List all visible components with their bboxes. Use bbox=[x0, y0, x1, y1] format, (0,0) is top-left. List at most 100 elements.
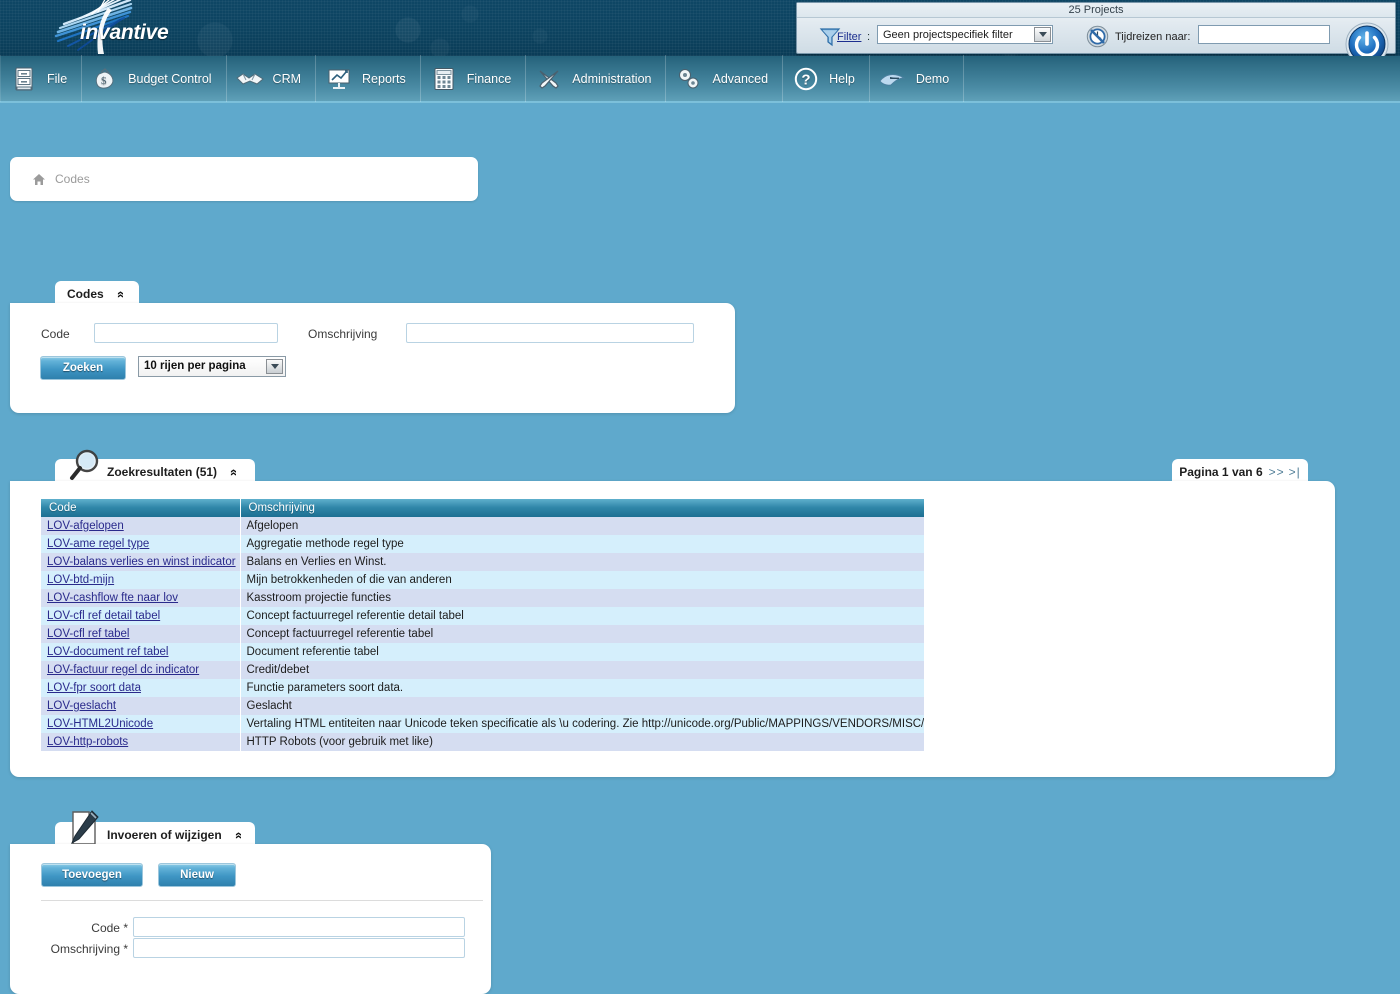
handshake-icon bbox=[235, 64, 265, 94]
svg-text:$: $ bbox=[101, 75, 107, 87]
cell-code: LOV-cashflow fte naar lov bbox=[41, 589, 240, 607]
last-page-button[interactable]: >| bbox=[1289, 465, 1301, 479]
menu-item-help[interactable]: ? Help bbox=[783, 55, 870, 102]
filter-label[interactable]: Filter bbox=[837, 31, 861, 43]
cell-omschrijving: Aggregatie methode regel type bbox=[240, 535, 924, 553]
cell-code: LOV-geslacht bbox=[41, 697, 240, 715]
add-button[interactable]: Toevoegen bbox=[41, 863, 143, 887]
presentation-chart-icon bbox=[324, 64, 354, 94]
code-link[interactable]: LOV-cashflow fte naar lov bbox=[47, 592, 178, 604]
home-icon[interactable] bbox=[32, 173, 46, 186]
menu-item-reports[interactable]: Reports bbox=[316, 55, 421, 102]
cell-omschrijving: Mijn betrokkenheden of die van anderen bbox=[240, 571, 924, 589]
cell-omschrijving: Geslacht bbox=[240, 697, 924, 715]
code-link[interactable]: LOV-balans verlies en winst indicator bbox=[47, 556, 236, 568]
code-link[interactable]: LOV-btd-mijn bbox=[47, 574, 114, 586]
cell-code: LOV-cfl ref detail tabel bbox=[41, 607, 240, 625]
code-link[interactable]: LOV-afgelopen bbox=[47, 520, 124, 532]
menu-label-help: Help bbox=[829, 72, 855, 86]
menu-label-finance: Finance bbox=[467, 72, 511, 86]
menu-item-crm[interactable]: CRM bbox=[227, 55, 316, 102]
chevron-double-up-icon[interactable]: » bbox=[112, 290, 127, 297]
menu-label-demo: Demo bbox=[916, 72, 949, 86]
menu-item-advanced[interactable]: Advanced bbox=[666, 55, 783, 102]
cell-omschrijving: Credit/debet bbox=[240, 661, 924, 679]
gears-icon bbox=[674, 64, 704, 94]
clock-no-icon[interactable] bbox=[1086, 25, 1109, 48]
cell-omschrijving: Kasstroom projectie functies bbox=[240, 589, 924, 607]
edit-code-input[interactable] bbox=[133, 917, 465, 937]
table-row: LOV-document ref tabel Document referenti… bbox=[41, 643, 924, 661]
project-filter-bar: 25 Projects Filter : Geen projectspecifi… bbox=[796, 2, 1396, 54]
menu-item-demo[interactable]: Demo bbox=[870, 55, 964, 102]
menu-item-finance[interactable]: Finance bbox=[421, 55, 526, 102]
edit-omschrijving-input[interactable] bbox=[133, 938, 465, 958]
app-banner: invantive 25 Projects Filter : Geen proj… bbox=[0, 0, 1400, 56]
results-panel: Code Omschrijving LOV-afgelopenAfgelopen… bbox=[10, 481, 1335, 777]
code-link[interactable]: LOV-http-robots bbox=[47, 736, 128, 748]
code-link[interactable]: LOV-geslacht bbox=[47, 700, 116, 712]
next-page-button[interactable]: >> bbox=[1269, 465, 1285, 479]
breadcrumb-label[interactable]: Codes bbox=[55, 172, 90, 186]
search-code-label: Code bbox=[41, 327, 70, 341]
table-row: LOV-factuur regel dc indicator Credit/deb… bbox=[41, 661, 924, 679]
cabinet-icon bbox=[9, 64, 39, 94]
menu-label-reports: Reports bbox=[362, 72, 406, 86]
table-row: LOV-balans verlies en winst indicatorBal… bbox=[41, 553, 924, 571]
table-row: LOV-geslacht Geslacht bbox=[41, 697, 924, 715]
cell-omschrijving: Vertaling HTML entiteiten naar Unicode t… bbox=[240, 715, 924, 733]
chevron-down-icon[interactable] bbox=[1034, 27, 1051, 42]
main-menu-bar: File $ Budget Control CRM bbox=[0, 56, 1400, 103]
cell-omschrijving: Concept factuurregel referentie detail t… bbox=[240, 607, 924, 625]
cell-code: LOV-fpr soort data bbox=[41, 679, 240, 697]
search-code-input[interactable] bbox=[94, 323, 278, 343]
menu-item-budget-control[interactable]: $ Budget Control bbox=[82, 55, 226, 102]
power-button-icon[interactable] bbox=[1345, 22, 1389, 56]
rows-per-page-value: 10 rijen per pagina bbox=[144, 360, 246, 372]
search-omschrijving-label: Omschrijving bbox=[308, 327, 377, 341]
document-pen-icon bbox=[65, 808, 101, 848]
magnifier-icon bbox=[67, 447, 107, 485]
menu-label-advanced: Advanced bbox=[712, 72, 768, 86]
table-row: LOV-cfl ref detail tabel Concept factuurr… bbox=[41, 607, 924, 625]
pagination-label: Pagina 1 van 6 bbox=[1179, 465, 1262, 479]
code-link[interactable]: LOV-fpr soort data bbox=[47, 682, 141, 694]
chevron-down-icon[interactable] bbox=[266, 359, 283, 374]
question-mark-circle-icon: ? bbox=[791, 64, 821, 94]
project-filter-value: Geen projectspecifiek filter bbox=[883, 29, 1013, 41]
table-row: LOV-btd-mijn Mijn betrokkenheden of die v… bbox=[41, 571, 924, 589]
code-link[interactable]: LOV-document ref tabel bbox=[47, 646, 168, 658]
code-link[interactable]: LOV-cfl ref detail tabel bbox=[47, 610, 160, 622]
table-row: LOV-HTML2Unicode Vertaling HTML entiteite… bbox=[41, 715, 924, 733]
brand-logo[interactable]: invantive bbox=[28, 0, 258, 56]
column-header-code[interactable]: Code bbox=[41, 499, 240, 517]
new-button[interactable]: Nieuw bbox=[158, 863, 236, 887]
menu-label-budget-control: Budget Control bbox=[128, 72, 211, 86]
search-omschrijving-input[interactable] bbox=[406, 323, 694, 343]
edit-panel-tab-label: Invoeren of wijzigen bbox=[107, 828, 222, 842]
cell-omschrijving: Document referentie tabel bbox=[240, 643, 924, 661]
rows-per-page-select[interactable]: 10 rijen per pagina bbox=[138, 356, 286, 377]
menu-item-administration[interactable]: Administration bbox=[526, 55, 666, 102]
divider bbox=[41, 900, 483, 901]
cell-code: LOV-balans verlies en winst indicator bbox=[41, 553, 240, 571]
table-row: LOV-http-robotsHTTP Robots (voor gebruik… bbox=[41, 733, 924, 751]
menu-label-file: File bbox=[47, 72, 67, 86]
code-link[interactable]: LOV-ame regel type bbox=[47, 538, 149, 550]
search-button[interactable]: Zoeken bbox=[40, 356, 126, 380]
results-table: Code Omschrijving LOV-afgelopenAfgelopen… bbox=[41, 499, 925, 751]
timetravel-input[interactable] bbox=[1198, 25, 1330, 44]
menu-label-administration: Administration bbox=[572, 72, 651, 86]
chevron-double-up-icon[interactable]: » bbox=[225, 468, 240, 475]
code-link[interactable]: LOV-cfl ref tabel bbox=[47, 628, 129, 640]
code-link[interactable]: LOV-HTML2Unicode bbox=[47, 718, 153, 730]
table-row: LOV-ame regel type Aggregatie methode reg… bbox=[41, 535, 924, 553]
code-link[interactable]: LOV-factuur regel dc indicator bbox=[47, 664, 199, 676]
column-header-omschrijving[interactable]: Omschrijving bbox=[240, 499, 924, 517]
calculator-icon bbox=[429, 64, 459, 94]
project-count-label: 25 Projects bbox=[797, 3, 1395, 18]
menu-item-file[interactable]: File bbox=[0, 55, 82, 102]
chevron-double-up-icon[interactable]: » bbox=[230, 831, 245, 838]
table-row: LOV-cfl ref tabelConcept factuurregel re… bbox=[41, 625, 924, 643]
project-filter-select[interactable]: Geen projectspecifiek filter bbox=[877, 25, 1053, 44]
